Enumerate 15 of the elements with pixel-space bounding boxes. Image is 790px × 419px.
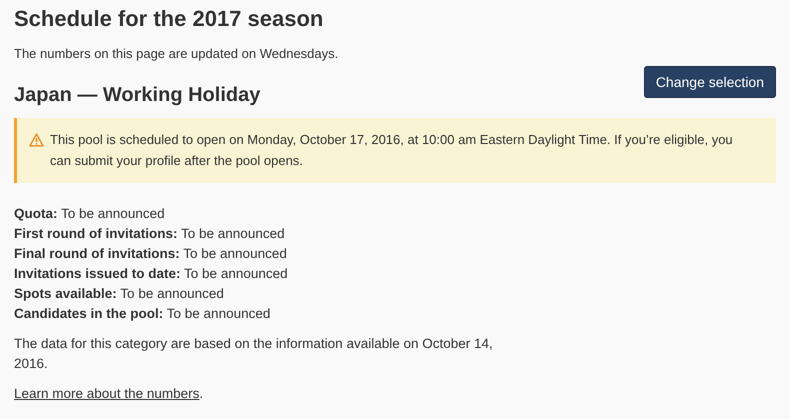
category-heading: Japan — Working Holiday — [14, 83, 260, 107]
stat-line: Spots available: To be announced — [14, 285, 225, 303]
stat-line: Candidates in the pool: To be announced — [14, 305, 272, 323]
intro-text: The numbers on this page are updated on Wednesdays. — [14, 46, 340, 62]
change-selection-button[interactable]: Change selection — [644, 66, 776, 98]
page-title: Schedule for the 2017 season — [14, 6, 324, 32]
warning-icon — [29, 133, 44, 147]
stat-line: Final round of invitations: To be announced — [14, 245, 288, 263]
learn-more-link[interactable]: Learn more about the numbers — [14, 386, 200, 401]
stat-line: Quota: To be announced — [14, 205, 166, 223]
learn-more-text: Learn more about the numbers. — [14, 385, 204, 403]
alert-text: This pool is scheduled to open on Monday, October 17, 2016, at 10:00 am Eastern Daylight Time. If you’re eligible, you can submit your profile after the pool opens. — [50, 131, 734, 170]
stat-line: First round of invitations: To be announced — [14, 225, 286, 243]
note-text: The data for this category are based on the information available on October 14, 2016. — [14, 335, 494, 373]
stat-line: Invitations issued to date: To be announced — [14, 265, 289, 283]
